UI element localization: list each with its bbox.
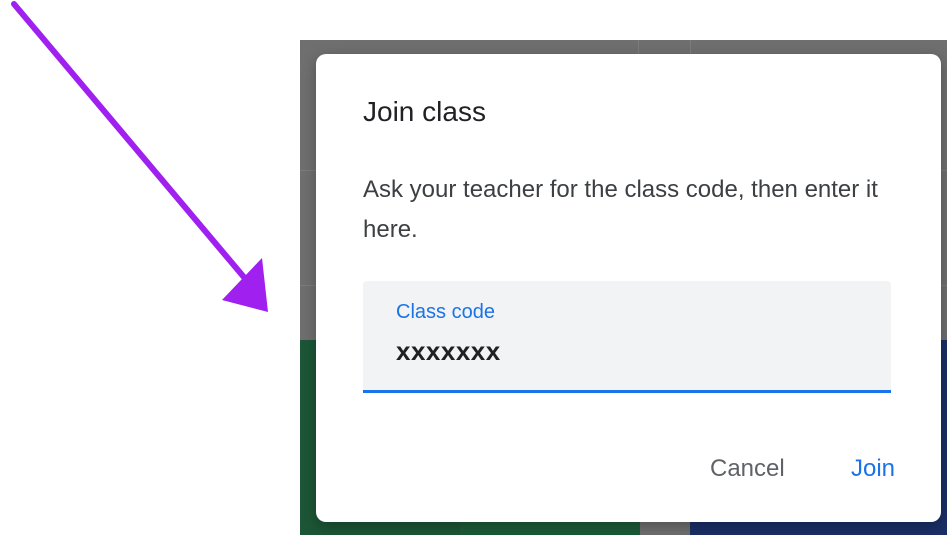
join-class-dialog: Join class Ask your teacher for the clas… <box>316 54 941 522</box>
screenshot-stage: Join class Ask your teacher for the clas… <box>0 0 947 535</box>
cancel-button[interactable]: Cancel <box>700 449 795 489</box>
join-button[interactable]: Join <box>841 449 905 489</box>
dialog-title: Join class <box>363 96 486 127</box>
arrow-pointer-icon <box>11 1 268 312</box>
class-code-field[interactable]: Class code xxxxxxx <box>363 281 891 393</box>
class-code-input[interactable]: xxxxxxx <box>396 336 501 367</box>
class-code-label: Class code <box>396 301 495 323</box>
dialog-description: Ask your teacher for the class code, the… <box>363 176 878 243</box>
